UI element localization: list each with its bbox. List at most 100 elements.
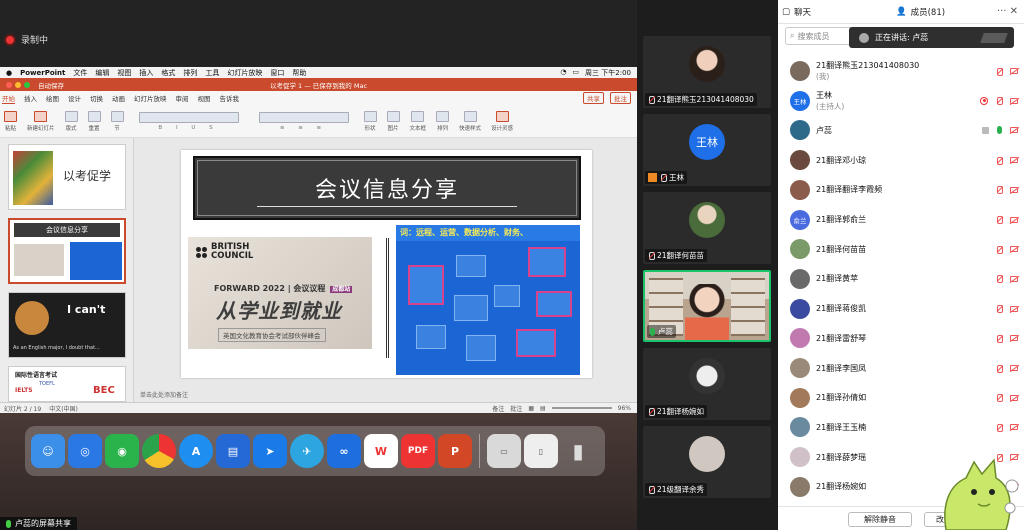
camera-off-icon[interactable] — [1010, 246, 1018, 253]
menu-insert[interactable]: 插入 — [139, 68, 153, 78]
comment-button[interactable]: 批注 — [610, 92, 631, 104]
member-row[interactable]: 21翻译雷舒琴 — [778, 323, 1024, 353]
tab-design[interactable]: 设计 — [68, 93, 81, 103]
tab-insert[interactable]: 插入 — [24, 93, 37, 103]
wifi-icon[interactable]: ◔ — [560, 68, 566, 78]
safari-icon[interactable]: ◎ — [68, 434, 102, 468]
wechat-icon[interactable]: ◉ — [105, 434, 139, 468]
wps-icon[interactable]: W — [364, 434, 398, 468]
member-row[interactable]: 21翻译何苗苗 — [778, 234, 1024, 264]
menu-window[interactable]: 窗口 — [270, 68, 284, 78]
layout-button[interactable]: 版式 — [64, 110, 78, 132]
member-row[interactable]: 王林 王林 (主持人) — [778, 86, 1024, 116]
tab-members[interactable]: 👤 成员(81) ··· ✕ — [890, 6, 1024, 18]
mic-muted-icon[interactable] — [996, 334, 1003, 343]
textbox-button[interactable]: 文本框 — [410, 110, 426, 132]
camera-off-icon[interactable] — [1010, 157, 1018, 164]
camera-off-icon[interactable] — [1010, 68, 1018, 74]
chrome-icon[interactable] — [142, 434, 176, 468]
battery-icon[interactable]: ▭ — [572, 68, 579, 78]
quick-styles-button[interactable]: 快速样式 — [459, 110, 481, 132]
finder-icon[interactable]: ☺ — [31, 434, 65, 468]
member-row[interactable]: 卢蕊 — [778, 115, 1024, 145]
tab-draw[interactable]: 绘图 — [46, 93, 59, 103]
document-thumb-icon[interactable]: ▯ — [524, 434, 558, 468]
tencent-meeting-icon[interactable]: ∞ — [327, 434, 361, 468]
language-indicator[interactable]: 中文(中国) — [49, 404, 78, 413]
mic-muted-icon[interactable] — [996, 364, 1003, 373]
video-tile[interactable]: 21级翻译余秀 — [643, 426, 771, 498]
sorter-view-icon[interactable]: ▤ — [540, 405, 546, 412]
member-row[interactable]: 21翻译翻译李霞频 — [778, 175, 1024, 205]
tab-view[interactable]: 视图 — [198, 93, 211, 103]
picture-button[interactable]: 图片 — [386, 110, 400, 132]
arrange-button[interactable]: 排列 — [436, 110, 450, 132]
video-tile[interactable]: 21翻译熊玉213041408030 — [643, 36, 771, 108]
member-row[interactable]: 21翻译邓小琼 — [778, 145, 1024, 175]
menu-slideshow[interactable]: 幻灯片放映 — [227, 68, 262, 78]
member-row[interactable]: 俞兰 21翻译郭俞兰 — [778, 205, 1024, 235]
mic-muted-icon[interactable] — [996, 423, 1003, 432]
slide-thumb-3[interactable]: 3 I can't As an English major, I doubt t… — [8, 292, 126, 358]
camera-off-icon[interactable] — [1010, 394, 1018, 401]
comments-toggle[interactable]: 批注 — [510, 404, 522, 413]
mic-muted-icon[interactable] — [996, 305, 1003, 314]
reset-button[interactable]: 重置 — [87, 110, 101, 132]
mic-muted-icon[interactable] — [996, 67, 1003, 76]
menu-file[interactable]: 文件 — [73, 68, 87, 78]
zoom-level[interactable]: 96% — [618, 405, 631, 412]
video-tile[interactable]: 王林 王林 — [643, 114, 771, 186]
mic-muted-icon[interactable] — [996, 245, 1003, 254]
mic-muted-icon[interactable] — [996, 97, 1003, 106]
member-row[interactable]: 21翻译王玉楠 — [778, 412, 1024, 442]
camera-off-icon[interactable] — [1010, 424, 1018, 431]
camera-off-icon[interactable] — [1010, 97, 1018, 104]
tab-animations[interactable]: 动画 — [112, 93, 125, 103]
member-row[interactable]: 21翻译李国凤 — [778, 353, 1024, 383]
shapes-button[interactable]: 形状 — [363, 110, 377, 132]
tab-home[interactable]: 开始 — [2, 93, 15, 104]
app-store-icon[interactable]: A — [179, 434, 213, 468]
unmute-all-button[interactable]: 解除静音 — [848, 512, 912, 527]
video-tile[interactable]: 21翻译杨婉如 — [643, 348, 771, 420]
paste-button[interactable]: 粘贴 — [4, 110, 17, 132]
menu-format[interactable]: 格式 — [161, 68, 175, 78]
video-tile-active[interactable]: 卢蕊 — [643, 270, 771, 342]
video-tile[interactable]: 21翻译何苗苗 — [643, 192, 771, 264]
menu-edit[interactable]: 编辑 — [95, 68, 109, 78]
normal-view-icon[interactable]: ▦ — [528, 405, 534, 412]
camera-off-icon[interactable] — [1010, 365, 1018, 371]
camera-off-icon[interactable] — [1010, 186, 1018, 193]
tab-slideshow[interactable]: 幻灯片放映 — [134, 93, 167, 103]
tab-chat[interactable]: ▢ 聊天 — [778, 6, 890, 18]
clock[interactable]: 周三 下午2:00 — [585, 68, 631, 78]
share-button[interactable]: 共享 — [583, 92, 604, 104]
member-row[interactable]: 21翻译蒋俊凯 — [778, 294, 1024, 324]
font-controls[interactable]: B I U S — [134, 111, 244, 131]
mic-muted-icon[interactable] — [996, 186, 1003, 195]
mic-muted-icon[interactable] — [996, 216, 1003, 224]
menu-arrange[interactable]: 排列 — [183, 68, 197, 78]
tasks-icon[interactable]: ▤ — [216, 434, 250, 468]
slide-thumb-1[interactable]: 1 以考促学 — [8, 144, 126, 210]
menu-view[interactable]: 视图 — [117, 68, 131, 78]
apple-icon[interactable]: ● — [6, 69, 12, 77]
camera-off-icon[interactable] — [1010, 216, 1018, 223]
tab-tell-me[interactable]: 告诉我 — [220, 93, 240, 103]
camera-off-icon[interactable] — [1010, 275, 1018, 282]
tab-transitions[interactable]: 切换 — [90, 93, 103, 103]
mic-muted-icon[interactable] — [996, 275, 1003, 284]
mic-muted-icon[interactable] — [996, 394, 1003, 403]
member-row[interactable]: 21翻译熊玉213041408030 (我) — [778, 56, 1024, 86]
mic-on-icon[interactable] — [997, 126, 1002, 135]
paragraph-controls[interactable]: ≡ ≡ ≡ — [254, 111, 354, 131]
tab-review[interactable]: 审阅 — [176, 93, 189, 103]
telegram-icon[interactable]: ✈ — [290, 434, 324, 468]
mic-muted-icon[interactable] — [996, 156, 1003, 165]
camera-off-icon[interactable] — [1010, 305, 1018, 312]
designer-button[interactable]: 设计灵感 — [491, 110, 513, 132]
menu-help[interactable]: 帮助 — [292, 68, 306, 78]
menu-app-name[interactable]: PowerPoint — [20, 69, 65, 77]
camera-off-icon[interactable] — [1010, 335, 1018, 342]
section-button[interactable]: 节 — [110, 110, 124, 132]
